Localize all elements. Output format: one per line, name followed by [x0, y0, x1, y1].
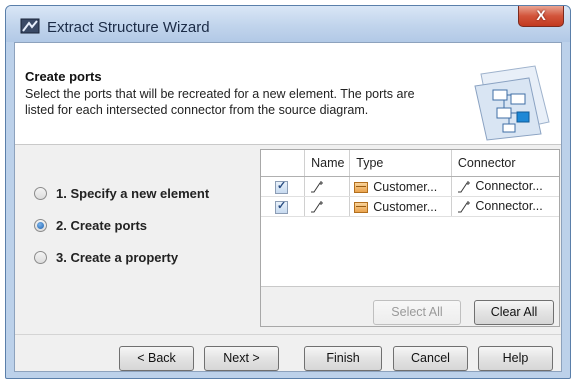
- back-button[interactable]: < Back: [119, 346, 194, 371]
- connector-cell[interactable]: Connector...: [451, 176, 559, 197]
- type-cell[interactable]: Customer...: [349, 196, 452, 217]
- wizard-window: Extract Structure Wizard X Create ports …: [5, 5, 571, 379]
- table-row[interactable]: Customer... Connector...: [261, 196, 559, 217]
- close-button[interactable]: X: [518, 6, 564, 27]
- port-connector: Connector...: [475, 199, 543, 214]
- step-create-ports[interactable]: 2. Create ports: [34, 216, 147, 234]
- checkbox-cell[interactable]: [261, 196, 306, 217]
- column-header-connector[interactable]: Connector: [451, 150, 559, 177]
- radio-button[interactable]: [34, 250, 47, 264]
- column-header-check[interactable]: [261, 150, 306, 177]
- ports-table[interactable]: Name Type Connector Customer...: [261, 150, 559, 287]
- port-type: Customer...: [373, 199, 438, 214]
- table-header-row: Name Type Connector: [261, 150, 559, 177]
- connector-cell[interactable]: Connector...: [451, 196, 559, 217]
- help-button[interactable]: Help: [478, 346, 553, 371]
- connector-icon: [311, 180, 324, 193]
- close-icon: X: [536, 7, 546, 23]
- page-description: Select the ports that will be recreated …: [25, 87, 415, 117]
- step-specify-element[interactable]: 1. Specify a new element: [34, 184, 209, 202]
- window-title: Extract Structure Wizard: [47, 19, 210, 36]
- page-title: Create ports: [25, 69, 102, 84]
- port-connector: Connector...: [475, 179, 543, 194]
- step-create-property[interactable]: 3. Create a property: [34, 248, 178, 266]
- row-checkbox[interactable]: [275, 179, 288, 194]
- port-type: Customer...: [373, 179, 438, 194]
- finish-button[interactable]: Finish: [304, 346, 382, 371]
- type-cell[interactable]: Customer...: [349, 176, 452, 197]
- step-label: 1. Specify a new element: [56, 185, 210, 201]
- class-icon: [354, 181, 369, 193]
- column-header-name[interactable]: Name: [304, 150, 351, 177]
- wizard-icon: [20, 18, 40, 34]
- table-row[interactable]: Customer... Connector...: [261, 176, 559, 197]
- connector-icon: [457, 200, 470, 213]
- next-button[interactable]: Next >: [204, 346, 279, 371]
- name-cell[interactable]: [304, 176, 351, 197]
- step-label: 3. Create a property: [56, 249, 179, 265]
- connector-icon: [457, 180, 470, 193]
- radio-button[interactable]: [34, 186, 47, 200]
- title-bar[interactable]: Extract Structure Wizard X: [6, 6, 570, 42]
- footer-divider: [15, 334, 561, 335]
- wizard-steps: 1. Specify a new element 2. Create ports…: [15, 145, 259, 324]
- step-label: 2. Create ports: [56, 217, 148, 233]
- cancel-button[interactable]: Cancel: [393, 346, 468, 371]
- column-header-type[interactable]: Type: [349, 150, 452, 177]
- select-all-button[interactable]: Select All: [373, 300, 461, 325]
- wizard-header: Create ports Select the ports that will …: [15, 43, 561, 145]
- clear-all-button[interactable]: Clear All: [474, 300, 554, 325]
- name-cell[interactable]: [304, 196, 351, 217]
- connector-icon: [311, 200, 324, 213]
- structure-diagram-icon: [474, 65, 550, 141]
- row-checkbox[interactable]: [275, 199, 288, 214]
- class-icon: [354, 201, 369, 213]
- wizard-body: Create ports Select the ports that will …: [14, 42, 562, 372]
- checkbox-cell[interactable]: [261, 176, 306, 197]
- ports-panel: Name Type Connector Customer...: [260, 149, 560, 327]
- radio-button-selected[interactable]: [34, 218, 47, 232]
